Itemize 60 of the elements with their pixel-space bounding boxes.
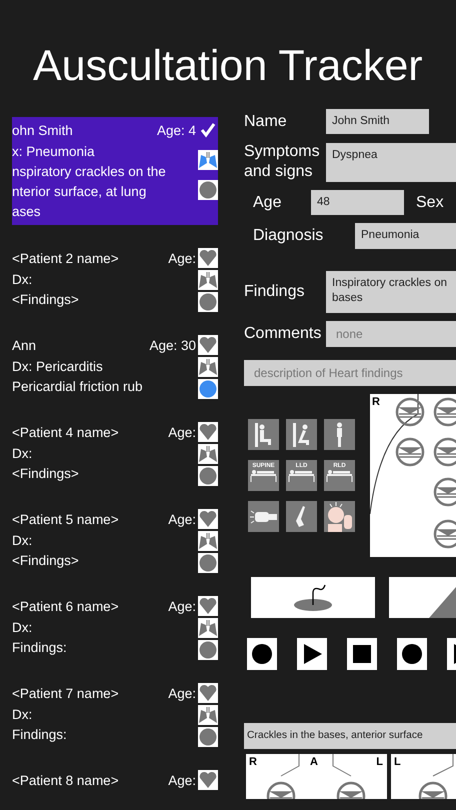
patient-item[interactable]: <Patient 5 name> Age: Dx: <Findings> (12, 509, 218, 573)
lung-diagram[interactable]: L (391, 754, 456, 799)
name-field[interactable]: John Smith (326, 109, 429, 134)
patient-age: Age: (168, 685, 196, 703)
patient-findings: <Findings> (12, 552, 80, 570)
age-label: Age (252, 192, 282, 212)
patient-findings: Findings: (12, 726, 68, 744)
sex-label: Sex (415, 192, 445, 212)
lung-description-field[interactable]: Crackles in the bases, anterior surface (244, 723, 456, 749)
patient-diagnosis: Dx: (12, 271, 32, 289)
lung-diagram[interactable]: R A L (246, 754, 387, 799)
side-label: L (394, 756, 401, 768)
patient-age: Age: (168, 598, 196, 616)
findings-label: Findings (244, 282, 306, 302)
patient-findings: Findings: (12, 639, 68, 657)
patient-diagnosis: Dx: (12, 619, 32, 637)
patient-name: <Patient 7 name> (12, 685, 119, 703)
diagnosis-field[interactable]: Pneumonia (355, 223, 456, 249)
patient-name: <Patient 6 name> (12, 598, 119, 616)
patient-item[interactable]: Ann Age: 30 Dx: Pericarditis Pericardial friction rub (12, 335, 218, 399)
patient-age: Age: (168, 772, 196, 790)
patient-name: <Patient 2 name> (12, 250, 119, 268)
name-label: Name (244, 112, 288, 132)
side-label: R (249, 756, 257, 768)
symptoms-field[interactable]: Dyspnea (326, 142, 456, 182)
patient-findings: Pericardial friction rub (12, 378, 144, 396)
patient-diagnosis: x: Pneumonia (12, 143, 95, 161)
app-title: Auscultation Tracker (32, 41, 424, 92)
patient-name: Ann (12, 337, 36, 355)
patient-item[interactable]: <Patient 7 name> Age: Dx: Findings: (12, 683, 218, 747)
patient-name: <Patient 8 name> (12, 772, 119, 790)
patient-age: Age: (168, 511, 196, 529)
patient-age: Age: 4 (156, 122, 196, 140)
patient-name: <Patient 5 name> (12, 511, 119, 529)
patient-diagnosis: Dx: Pericarditis (12, 358, 103, 376)
patient-findings: nspiratory crackles on the nterior surface, at lung ases (12, 163, 167, 221)
patient-diagnosis: Dx: (12, 706, 32, 724)
patient-item[interactable]: <Patient 8 name> Age: (12, 770, 218, 791)
side-label: L (376, 756, 383, 768)
patient-findings: <Findings> (12, 291, 80, 309)
side-label: R (372, 396, 380, 408)
patient-diagnosis: Dx: (12, 532, 32, 550)
patient-item[interactable]: <Patient 2 name> Age: Dx: <Findings> (12, 248, 218, 312)
side-label: A (310, 756, 318, 768)
age-field[interactable]: 48 (311, 190, 404, 215)
comments-label: Comments (244, 324, 322, 344)
patient-age: Age: (168, 424, 196, 442)
patient-item[interactable]: <Patient 6 name> Age: Dx: Findings: (12, 596, 218, 660)
chest-diagram[interactable]: R (370, 394, 456, 557)
patient-diagnosis: Dx: (12, 445, 32, 463)
patient-item[interactable]: <Patient 4 name> Age: Dx: <Findings> (12, 422, 218, 486)
symptoms-label: Symptoms and signs (244, 142, 321, 182)
patient-item[interactable]: ohn Smith Age: 4 x: Pneumonia nspiratory crackles on the nterior surface, at lung ases (12, 117, 218, 225)
findings-field[interactable]: Inspiratory crackles on bases (326, 271, 456, 313)
patient-age: Age: 30 (149, 337, 196, 355)
patient-name: ohn Smith (12, 122, 73, 140)
patient-findings: <Findings> (12, 465, 80, 483)
diagnosis-label: Diagnosis (252, 226, 324, 246)
patient-name: <Patient 4 name> (12, 424, 119, 442)
patient-age: Age: (168, 250, 196, 268)
